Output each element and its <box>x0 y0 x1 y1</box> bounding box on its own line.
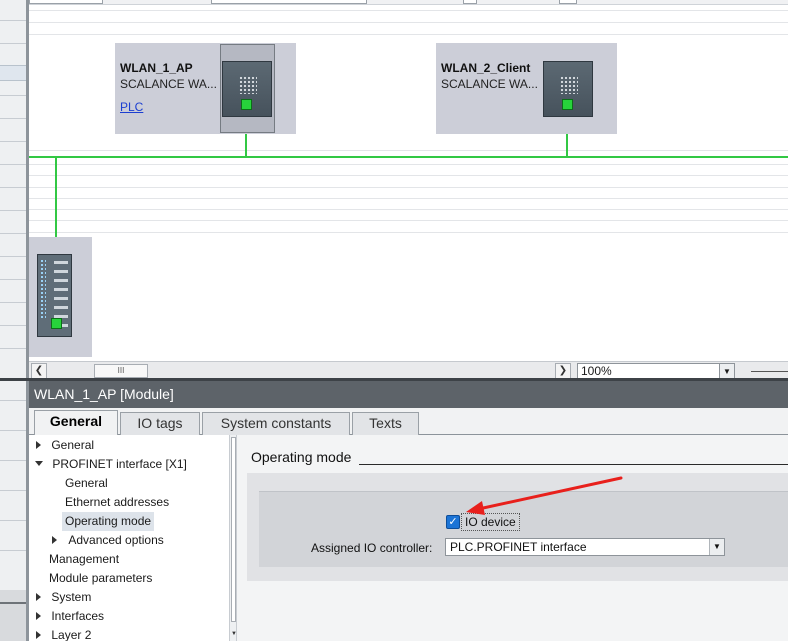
network-line-drop <box>245 134 247 157</box>
assigned-controller-label: Assigned IO controller: <box>311 541 433 555</box>
network-view-canvas[interactable]: WLAN_1_AP SCALANCE WA... PLC WLAN_2_Clie… <box>29 0 788 362</box>
nav-item-profinet-interface[interactable]: PROFINET interface [X1] <box>29 455 229 474</box>
annotation-arrow-line <box>472 476 623 512</box>
nav-item-label: Operating mode <box>62 512 155 531</box>
annotation-arrow-head <box>466 501 485 515</box>
toolbar-field[interactable] <box>211 0 367 4</box>
left-panel-footer <box>0 590 26 641</box>
left-panel-strip <box>0 0 26 641</box>
nav-tree-scrollbar[interactable]: ▼ <box>229 435 237 641</box>
nav-item-interface-general[interactable]: General <box>29 474 229 493</box>
scrollbar-thumb[interactable]: III <box>94 364 148 378</box>
chevron-down-icon[interactable] <box>35 460 43 466</box>
nav-item-label: Module parameters <box>49 571 153 585</box>
inspector-content: Operating mode ✓ IO device Assigned IO c… <box>237 435 788 641</box>
assigned-controller-value: PLC.PROFINET interface <box>450 540 587 554</box>
device-name: WLAN_1_AP <box>120 61 193 75</box>
port-icon[interactable] <box>241 99 252 110</box>
chevron-right-icon[interactable] <box>36 630 41 639</box>
section-divider <box>359 464 788 465</box>
network-line-drop <box>566 134 568 157</box>
nav-item-general[interactable]: General <box>29 436 229 455</box>
section-title-operating-mode: Operating mode <box>251 449 352 465</box>
chevron-right-icon[interactable] <box>52 535 57 544</box>
nav-item-label: Management <box>49 552 120 566</box>
device-type: SCALANCE WA... <box>441 77 538 91</box>
device-type: SCALANCE WA... <box>120 77 217 91</box>
device-wlan-2-client[interactable]: WLAN_2_Client SCALANCE WA... <box>436 43 617 134</box>
tab-general[interactable]: General <box>34 410 118 436</box>
tab-texts[interactable]: Texts <box>352 412 419 435</box>
chevron-right-icon[interactable] <box>36 592 41 601</box>
inspector-tabs: General IO tags System constants Texts <box>29 408 788 436</box>
device-name: WLAN_2_Client <box>441 61 531 75</box>
assigned-controller-select[interactable]: PLC.PROFINET interface ▼ <box>445 538 725 556</box>
nav-item-label: PROFINET interface [X1] <box>52 457 187 471</box>
left-panel-selected-row[interactable] <box>0 65 26 81</box>
nav-item-operating-mode[interactable]: Operating mode <box>29 512 229 531</box>
chevron-down-icon[interactable]: ▼ <box>231 629 237 639</box>
chevron-down-icon[interactable]: ▼ <box>719 364 734 379</box>
nav-item-label: Interfaces <box>51 609 105 623</box>
nav-item-label: Ethernet addresses <box>65 495 170 509</box>
nav-item-advanced-options[interactable]: Advanced options <box>29 531 229 550</box>
nav-item-label: Advanced options <box>68 533 164 547</box>
zoom-slider[interactable] <box>751 371 788 372</box>
chevron-left-icon[interactable]: ❮ <box>31 363 47 379</box>
annotation-arrow-icon <box>466 476 623 515</box>
inspector-title: WLAN_1_AP [Module] <box>29 381 788 408</box>
tab-system-constants[interactable]: System constants <box>202 412 350 435</box>
toolbar-button[interactable] <box>559 0 577 4</box>
chevron-right-icon[interactable] <box>36 611 41 620</box>
toolbar-button[interactable] <box>463 0 477 4</box>
chevron-down-icon[interactable]: ▼ <box>709 539 724 555</box>
nav-item-label: Layer 2 <box>51 628 92 641</box>
device-wlan-1-ap[interactable]: WLAN_1_AP SCALANCE WA... PLC <box>115 43 296 134</box>
network-line[interactable] <box>29 156 788 158</box>
port-icon[interactable] <box>562 99 573 110</box>
device-link-plc[interactable]: PLC <box>120 100 143 114</box>
chevron-right-icon[interactable] <box>36 440 41 449</box>
nav-item-management[interactable]: Management <box>29 550 229 569</box>
nav-item-interfaces[interactable]: Interfaces <box>29 607 229 626</box>
chevron-right-icon[interactable]: ❯ <box>555 363 571 379</box>
tab-io-tags[interactable]: IO tags <box>120 412 200 435</box>
nav-item-module-parameters[interactable]: Module parameters <box>29 569 229 588</box>
device-plc[interactable] <box>29 237 92 357</box>
nav-item-system[interactable]: System <box>29 588 229 607</box>
canvas-toolbar <box>29 0 788 5</box>
toolbar-field[interactable] <box>29 0 103 4</box>
nav-item-label: System <box>51 590 92 604</box>
zoom-value: 100% <box>581 364 612 378</box>
nav-item-layer-2[interactable]: Layer 2 <box>29 626 229 641</box>
nav-item-label: General <box>51 438 95 452</box>
nav-item-label: General <box>65 476 108 490</box>
nav-item-ethernet-addresses[interactable]: Ethernet addresses <box>29 493 229 512</box>
inspector-nav-tree: General PROFINET interface [X1] General … <box>29 435 229 641</box>
port-icon[interactable] <box>51 318 62 329</box>
scrollbar-thumb[interactable] <box>231 437 236 622</box>
